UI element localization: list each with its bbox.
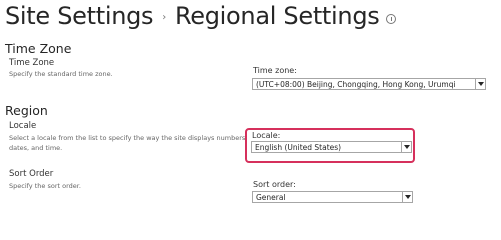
time-zone-heading: Time Zone	[5, 41, 72, 56]
sort-order-select-value: General	[256, 192, 286, 202]
locale-select[interactable]: English (United States)	[251, 141, 412, 153]
locale-description-line1: Select a locale from the list to specify…	[9, 134, 248, 142]
sort-order-description: Specify the sort order.	[9, 182, 81, 190]
breadcrumb-site-settings[interactable]: Site Settings	[5, 2, 154, 30]
sort-order-select[interactable]: General	[252, 191, 413, 203]
time-zone-select[interactable]: (UTC+08:00) Beijing, Chongqing, Hong Kon…	[252, 78, 486, 90]
sort-order-dropdown-button[interactable]	[402, 192, 412, 202]
locale-select-value: English (United States)	[255, 142, 342, 152]
time-zone-select-value: (UTC+08:00) Beijing, Chongqing, Hong Kon…	[256, 79, 456, 89]
time-zone-description: Specify the standard time zone.	[9, 70, 113, 78]
time-zone-dropdown-button[interactable]	[475, 79, 485, 89]
region-heading: Region	[5, 103, 48, 118]
chevron-down-icon	[404, 195, 411, 199]
time-zone-field-label: Time zone:	[253, 66, 297, 75]
chevron-down-icon	[477, 82, 484, 86]
sort-order-title: Sort Order	[9, 169, 54, 179]
locale-field-label: Locale:	[252, 131, 281, 140]
page-title: Site Settings › Regional Settings	[5, 2, 397, 30]
sort-order-field-label: Sort order:	[253, 180, 296, 189]
info-icon[interactable]	[386, 14, 397, 24]
breadcrumb-separator-icon: ›	[162, 11, 166, 23]
time-zone-title: Time Zone	[9, 58, 55, 68]
locale-dropdown-button[interactable]	[401, 142, 411, 152]
locale-title: Locale	[9, 121, 37, 131]
locale-description-line2: dates, and time.	[9, 144, 63, 152]
chevron-down-icon	[403, 145, 410, 149]
breadcrumb-current-page: Regional Settings	[174, 2, 380, 30]
locale-description: Select a locale from the list to specify…	[9, 133, 247, 153]
